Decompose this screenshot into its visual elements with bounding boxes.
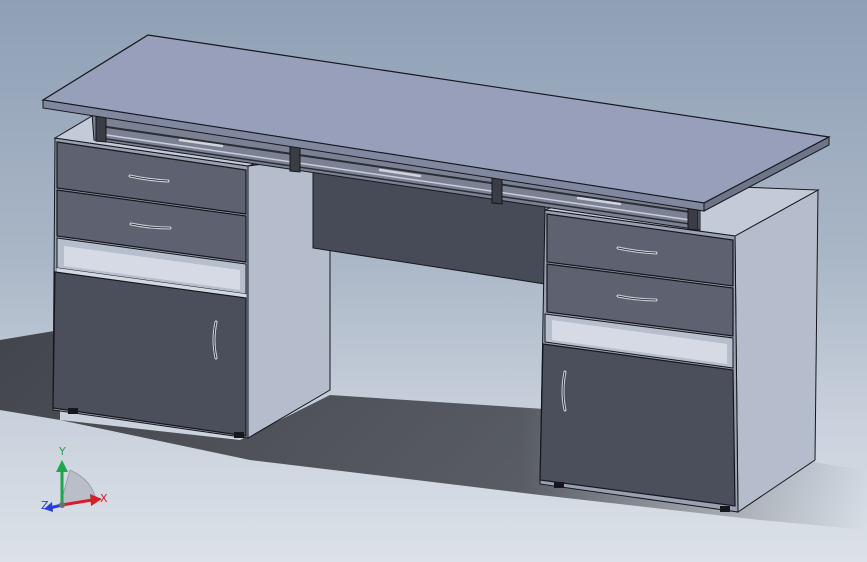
- left-foot: [68, 408, 78, 414]
- right-foot: [720, 506, 730, 512]
- right-pedestal[interactable]: [539, 181, 820, 513]
- desk-model-canvas[interactable]: [0, 0, 867, 562]
- triad-y-arrow: [56, 460, 68, 472]
- triad-origin: [59, 502, 65, 508]
- triad-z-label: Z: [41, 499, 49, 512]
- coordinate-triad-icon[interactable]: [44, 460, 102, 512]
- left-cabinet-door[interactable]: [52, 271, 247, 437]
- right-pedestal-side: [734, 189, 819, 513]
- right-foot: [554, 482, 564, 488]
- triad-x-label: X: [100, 492, 108, 505]
- graphics-viewport[interactable]: Y X Z: [0, 0, 867, 562]
- left-foot: [234, 432, 244, 438]
- triad-y-label: Y: [59, 445, 66, 458]
- right-cabinet-door[interactable]: [539, 343, 736, 507]
